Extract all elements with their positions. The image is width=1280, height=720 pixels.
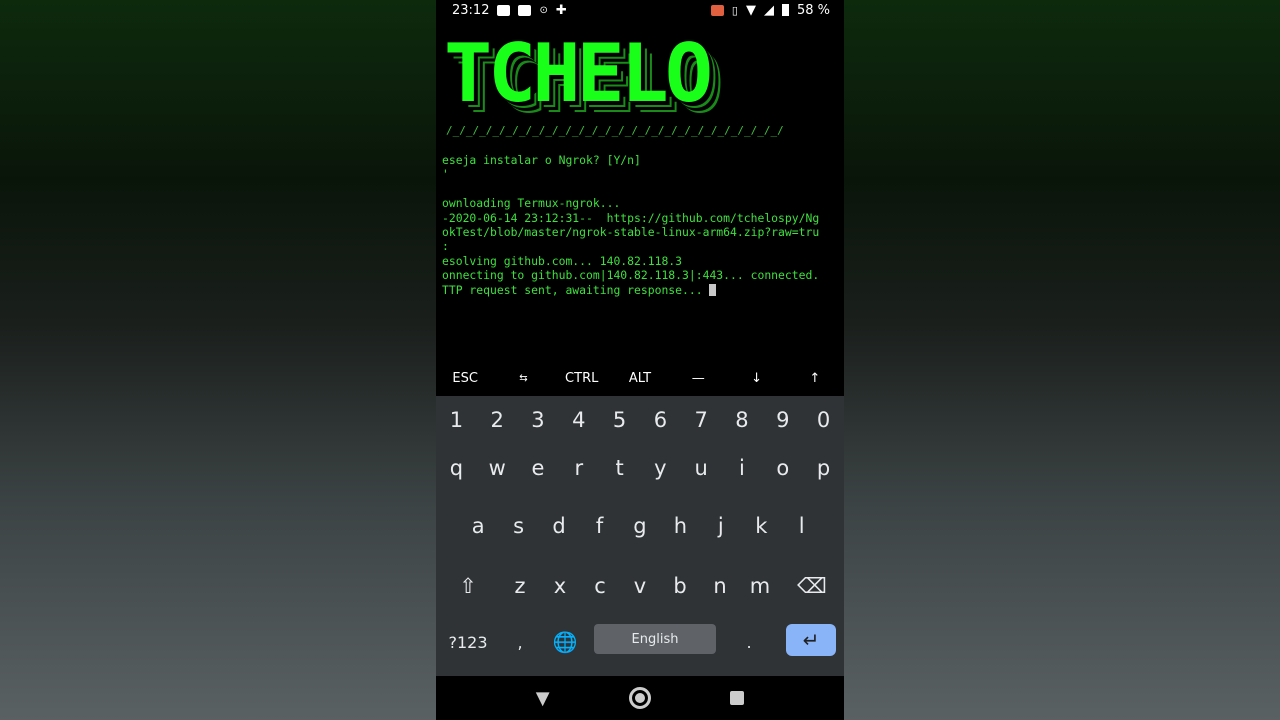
key-6[interactable]: 6 [640,402,681,438]
extra-key[interactable]: ⇆ [494,362,552,394]
key-j[interactable]: j [701,506,741,546]
key-v[interactable]: v [620,566,660,606]
recents-icon[interactable] [730,691,745,705]
terminal-line: esolving github.com... 140.82.118.3 [442,253,683,268]
enter-key[interactable]: ↵ [786,624,836,656]
key-i[interactable]: i [722,448,763,488]
keyboard: 1234567890 qwertyuiop asdfghjkl ⇧ z x c v b n m… [436,396,844,676]
backspace-key[interactable]: ⌫ [780,566,844,606]
vibrate-icon: ▯ [731,3,738,17]
terminal-line: ' [442,167,449,182]
app-notification-icon [518,4,532,16]
back-icon[interactable]: ▼ [536,688,550,709]
key-7[interactable]: 7 [681,402,722,438]
terminal-line: ownloading Termux-ngrok... [442,196,621,211]
key-l[interactable]: l [782,506,822,546]
key-5[interactable]: 5 [599,402,640,438]
video-camera-icon [497,4,511,16]
shift-key[interactable]: ⇧ [436,566,500,606]
terminal-icon: ⊙ [539,4,548,16]
extra-key[interactable]: ESC [436,362,494,394]
status-bar: 23:12 ⊙ ✚ ▯ ▼ ◢ 58 % [436,0,844,20]
terminal-line: -2020-06-14 23:12:31-- https://github.co… [442,210,820,225]
nav-bar: ▼ [436,676,844,720]
wifi-icon: ▼ [745,2,756,18]
space-bar[interactable]: English [594,624,716,654]
terminal-line: eseja instalar o Ngrok? [Y/n] [442,153,641,167]
key-k[interactable]: k [741,506,781,546]
terminal-line: TTP request sent, awaiting response... [442,283,844,297]
key-m[interactable]: m [740,566,780,606]
extra-key[interactable]: ↑ [786,362,844,394]
person-icon: ✚ [555,2,567,18]
key-u[interactable]: u [681,448,722,488]
terminal-line: okTest/blob/master/ngrok-stable-linux-ar… [442,224,820,239]
battery-icon [781,4,789,16]
key-e[interactable]: e [518,448,559,488]
key-o[interactable]: o [762,448,803,488]
clock: 23:12 [452,2,490,18]
key-9[interactable]: 9 [762,402,803,438]
extra-keys-row: ESC ⇆ CTRL ALT — ↓ ↑ [436,362,844,394]
key-8[interactable]: 8 [722,402,763,438]
key-c[interactable]: c [580,566,620,606]
key-1[interactable]: 1 [436,402,477,438]
banner-underline: /_/_/_/_/_/_/_/_/_/_/_/_/_/_/_/_/_/_/_/_… [446,124,784,137]
key-y[interactable]: y [640,448,681,488]
key-p[interactable]: p [803,448,844,488]
extra-key[interactable]: ALT [611,362,669,394]
key-4[interactable]: 4 [558,402,599,438]
period-key[interactable]: . [720,624,778,660]
ascii-banner: TCHELO [444,27,713,120]
symbols-key[interactable]: ?123 [436,624,500,660]
key-3[interactable]: 3 [518,402,559,438]
home-icon[interactable] [628,687,651,709]
comma-key[interactable]: , [500,624,540,660]
key-t[interactable]: t [599,448,640,488]
key-z[interactable]: z [500,566,540,606]
battery-percent: 58 % [796,2,830,18]
key-2[interactable]: 2 [477,402,518,438]
key-q[interactable]: q [436,448,477,488]
key-x[interactable]: x [540,566,580,606]
phone-screen: 23:12 ⊙ ✚ ▯ ▼ ◢ 58 % TCHELO /_/_/_/_/_/_… [436,0,844,720]
key-n[interactable]: n [700,566,740,606]
extra-key[interactable]: — [669,362,727,394]
terminal-line: onnecting to github.com|140.82.118.3|:44… [442,268,820,283]
extra-key[interactable]: ↓ [727,362,785,394]
key-w[interactable]: w [477,448,518,488]
key-a[interactable]: a [458,506,498,546]
key-g[interactable]: g [620,506,660,546]
key-0[interactable]: 0 [803,402,844,438]
signal-icon: ◢ [763,2,774,18]
key-f[interactable]: f [579,506,619,546]
key-b[interactable]: b [660,566,700,606]
key-d[interactable]: d [539,506,579,546]
extra-key[interactable]: CTRL [553,362,611,394]
key-r[interactable]: r [558,448,599,488]
key-s[interactable]: s [498,506,538,546]
globe-icon[interactable]: 🌐 [540,624,590,660]
terminal-output[interactable]: eseja instalar o Ngrok? [Y/n] ' ownloading… [442,153,844,297]
cast-icon [710,4,724,16]
terminal-line: : [442,239,449,254]
key-h[interactable]: h [660,506,700,546]
terminal-cursor [709,283,717,296]
